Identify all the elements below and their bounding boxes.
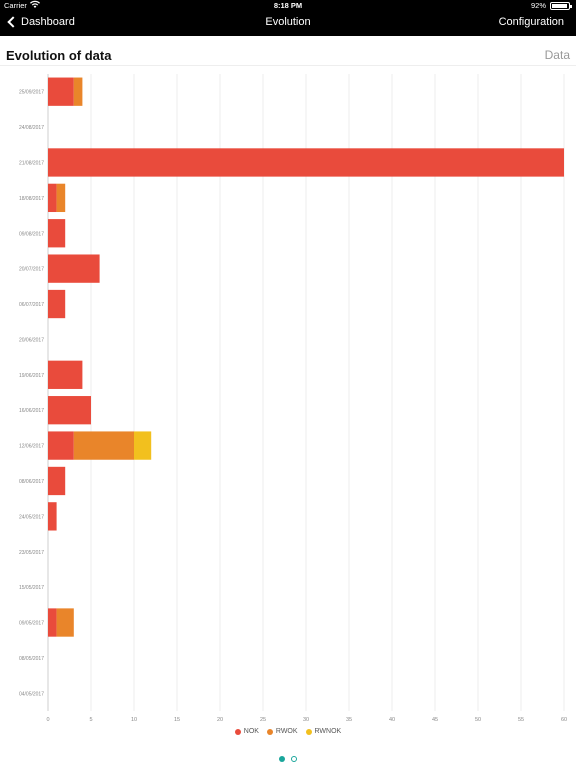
y-tick-label: 16/06/2017 xyxy=(19,408,44,414)
x-tick-label: 45 xyxy=(432,717,438,723)
nav-title: Evolution xyxy=(265,16,311,28)
y-tick-label: 04/05/2017 xyxy=(19,691,44,697)
bar-nok xyxy=(48,289,66,319)
page-indicator xyxy=(0,749,576,767)
bar-rwok xyxy=(56,608,74,637)
x-tick-label: 40 xyxy=(389,717,395,723)
x-tick-label: 50 xyxy=(475,717,481,723)
y-tick-label: 12/06/2017 xyxy=(19,444,44,450)
x-tick-label: 30 xyxy=(303,717,309,723)
status-time: 8:18 PM xyxy=(273,1,303,10)
legend-item-nok: NOK xyxy=(234,728,259,735)
x-tick-label: 15 xyxy=(174,717,180,723)
bar-nok xyxy=(48,431,74,460)
bar-nok xyxy=(48,183,57,213)
x-tick-label: 60 xyxy=(561,717,567,723)
bar-rwok xyxy=(56,183,66,213)
bar-nok xyxy=(48,77,74,106)
bar-nok xyxy=(48,148,564,177)
legend-label-rwnok: RWNOK xyxy=(314,728,342,735)
page-dot-2[interactable] xyxy=(291,756,298,762)
battery-percent: 92% xyxy=(530,1,546,10)
y-tick-label: 09/05/2017 xyxy=(19,621,44,627)
bar-nok xyxy=(48,502,57,531)
y-tick-label: 08/06/2017 xyxy=(19,479,44,485)
legend-item-rwnok: RWNOK xyxy=(305,728,342,735)
legend-label-nok: NOK xyxy=(243,728,259,735)
x-tick-label: 25 xyxy=(260,717,266,723)
bar-nok xyxy=(48,396,91,425)
bar-rwok xyxy=(73,77,83,106)
y-tick-label: 25/09/2017 xyxy=(19,90,44,96)
page-header: Evolution of data Data xyxy=(0,36,576,66)
x-tick-label: 55 xyxy=(518,717,524,723)
legend-label-rwok: RWOK xyxy=(275,728,298,735)
legend-dot-nok xyxy=(234,728,241,735)
x-tick-label: 0 xyxy=(46,717,49,723)
chart-legend: NOK RWOK RWNOK xyxy=(0,728,576,737)
x-tick-label: 5 xyxy=(89,717,92,723)
configuration-button[interactable]: Configuration xyxy=(499,16,564,28)
bar-rwnok xyxy=(134,431,152,460)
navigation-bar: Dashboard Evolution Configuration xyxy=(0,12,576,36)
y-tick-label: 24/08/2017 xyxy=(19,125,44,131)
bar-nok xyxy=(48,466,66,496)
y-tick-label: 19/06/2017 xyxy=(19,373,44,379)
legend-item-rwok: RWOK xyxy=(266,728,298,735)
y-tick-label: 06/07/2017 xyxy=(19,302,44,308)
y-tick-label: 24/05/2017 xyxy=(19,514,44,520)
top-bar: Carrier 8:18 PM 92% Dashboard Evolution … xyxy=(0,0,576,36)
page-title: Evolution of data xyxy=(6,48,112,63)
bar-nok xyxy=(48,608,57,637)
x-tick-label: 10 xyxy=(131,717,137,723)
y-tick-label: 23/05/2017 xyxy=(19,550,44,556)
y-tick-label: 20/07/2017 xyxy=(19,267,44,273)
legend-dot-rwok xyxy=(266,728,273,735)
data-button[interactable]: Data xyxy=(545,48,570,62)
y-tick-label: 21/08/2017 xyxy=(19,160,44,166)
battery-icon xyxy=(550,2,572,10)
evolution-chart: 0 5 10 15 20 25 30 35 40 45 50 55 60 25/09/2017 24/08/… xyxy=(19,74,567,723)
page-dot-1[interactable] xyxy=(278,756,285,762)
status-bar: Carrier 8:18 PM 92% xyxy=(0,0,576,12)
y-tick-label: 08/05/2017 xyxy=(19,656,44,662)
bar-nok xyxy=(48,219,66,248)
legend-dot-rwnok xyxy=(305,728,312,735)
bar-nok xyxy=(48,254,100,283)
y-tick-label: 18/08/2017 xyxy=(19,196,44,202)
bar-rwok xyxy=(73,431,134,460)
y-tick-label: 15/05/2017 xyxy=(19,585,44,591)
x-tick-label: 20 xyxy=(217,717,223,723)
bar-nok xyxy=(48,360,83,389)
x-tick-label: 35 xyxy=(346,717,352,723)
y-tick-label: 20/06/2017 xyxy=(19,337,44,343)
y-tick-label: 09/08/2017 xyxy=(19,231,44,237)
